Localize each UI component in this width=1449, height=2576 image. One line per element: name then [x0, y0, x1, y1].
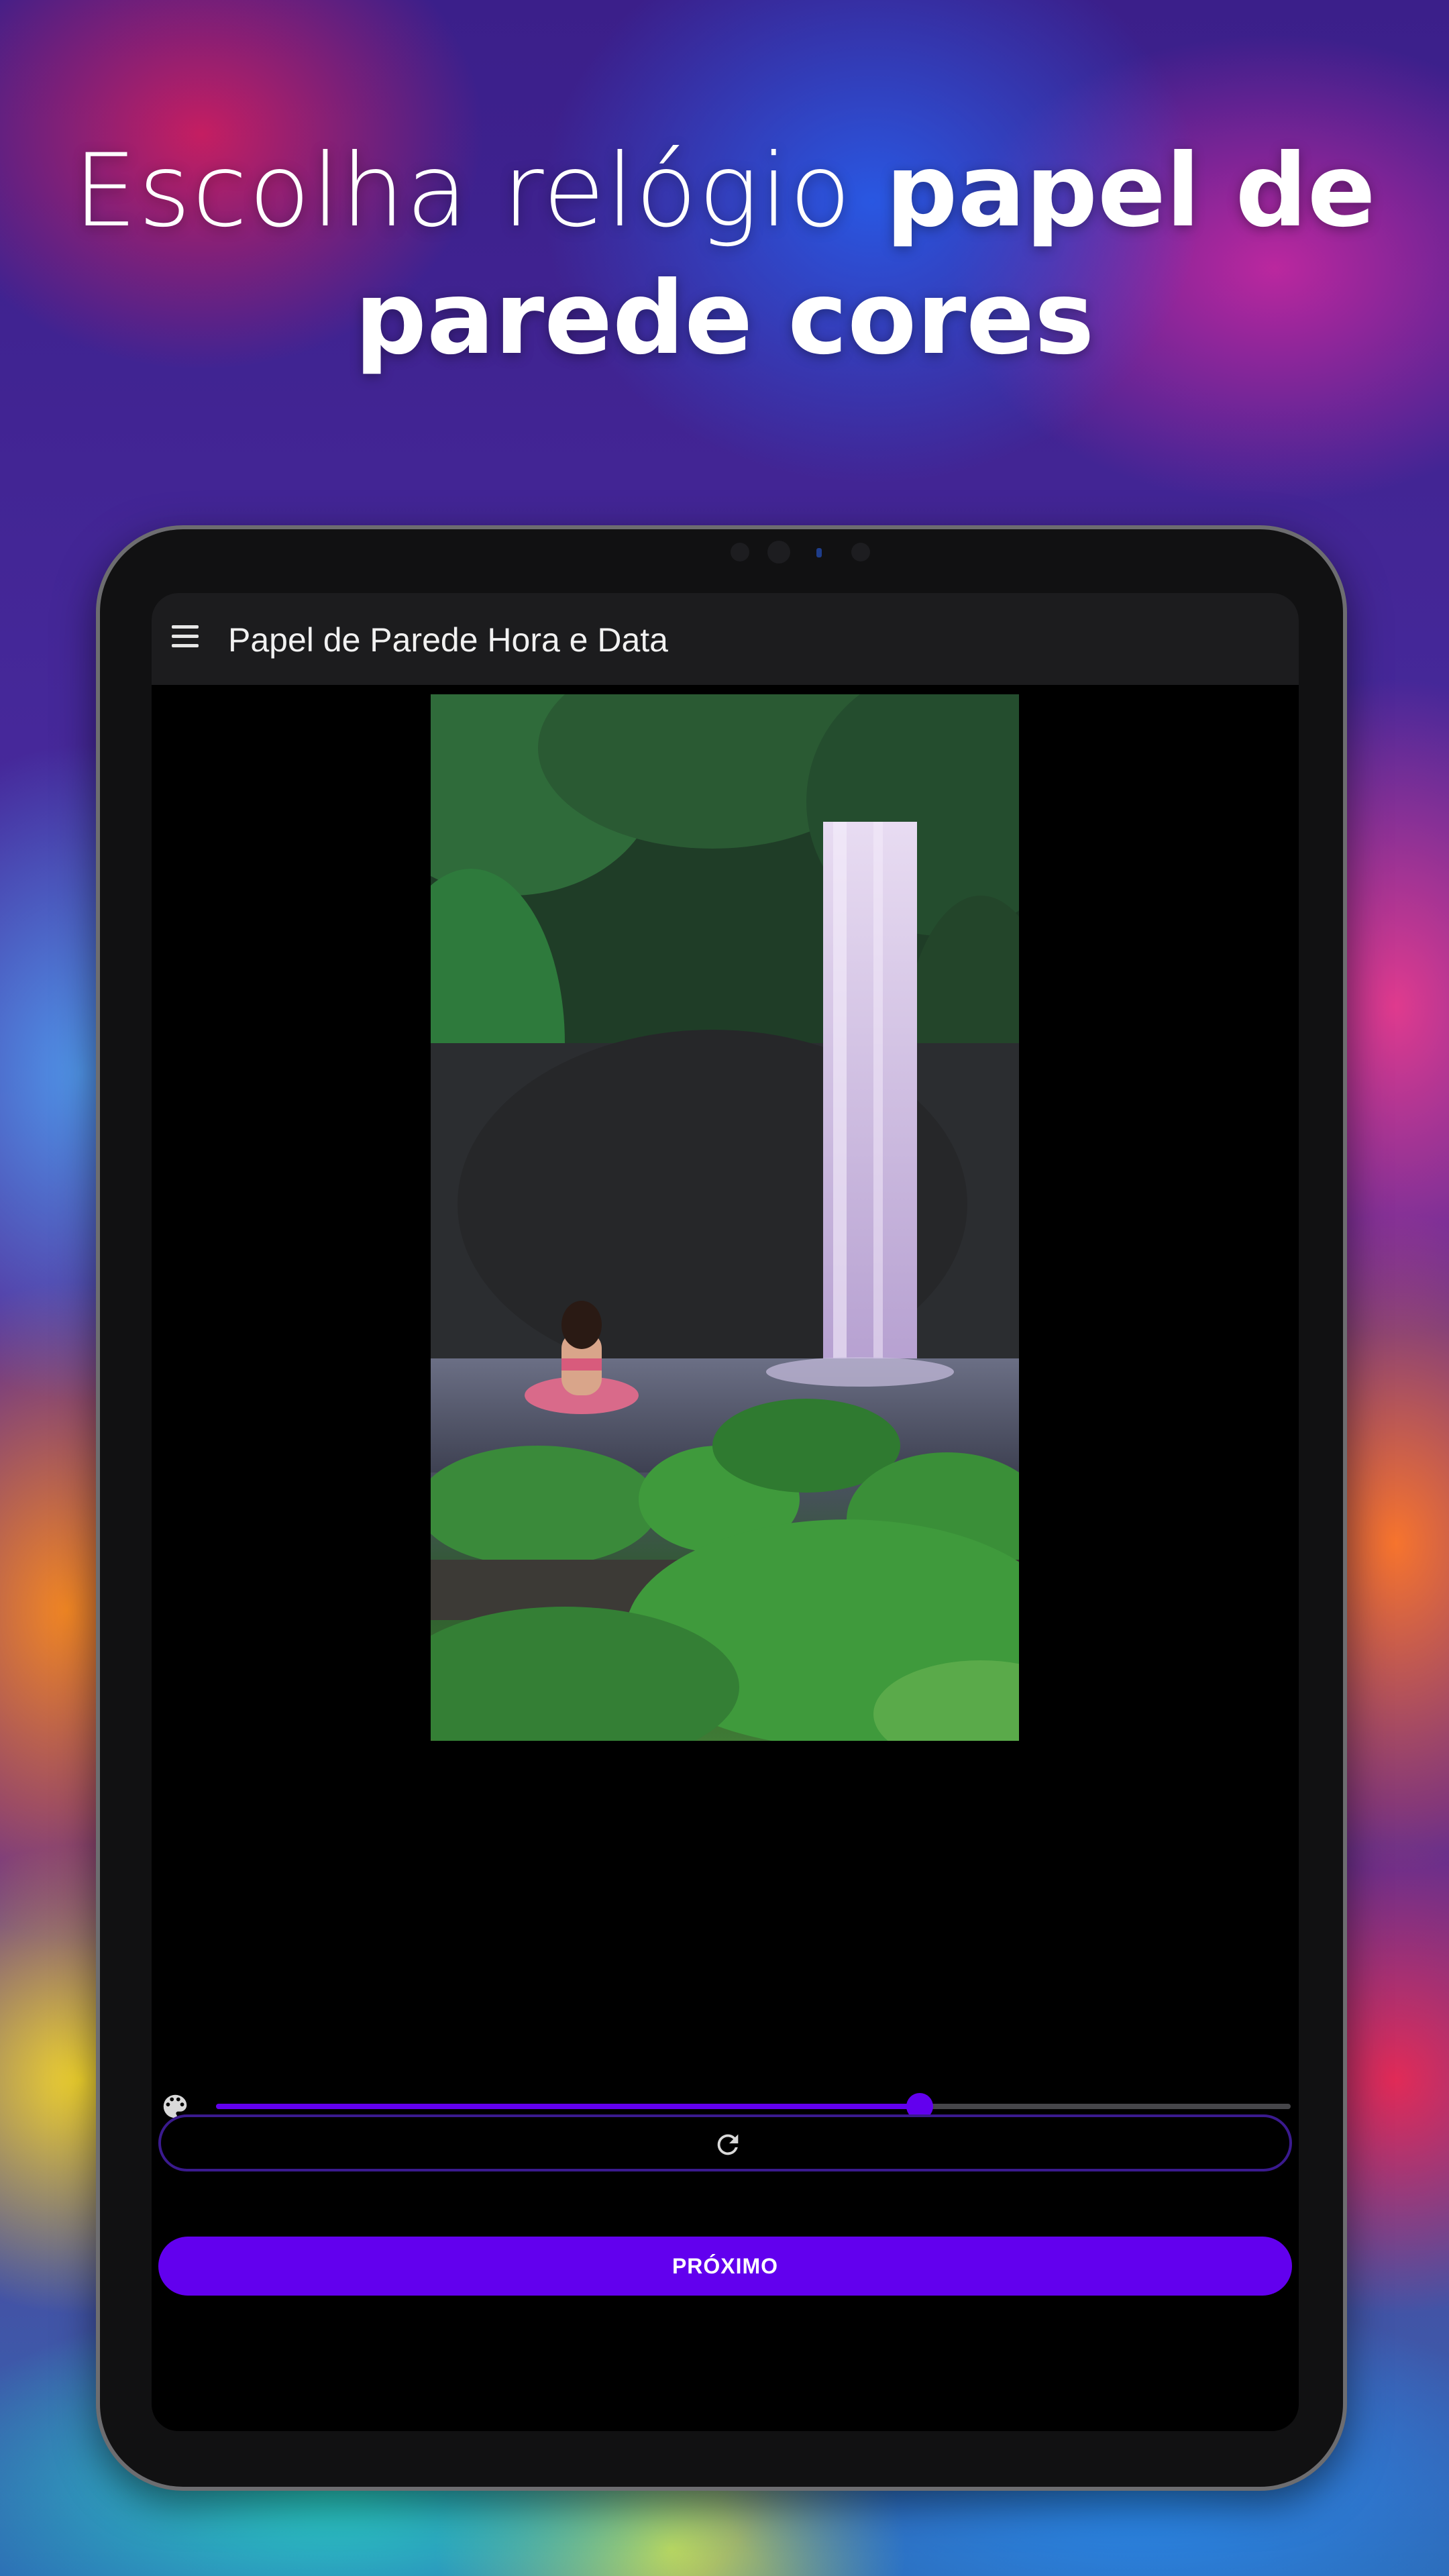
color-slider-fill	[216, 2104, 920, 2109]
camera-bar	[637, 537, 905, 571]
refresh-button[interactable]	[158, 2114, 1292, 2171]
refresh-icon	[717, 2134, 739, 2155]
promo-headline: Escolha relógio papel de parede cores	[0, 127, 1449, 382]
camera-indicator	[816, 548, 822, 557]
waterfall-image	[431, 694, 1019, 1741]
next-button[interactable]: PRÓXIMO	[158, 2237, 1292, 2296]
app-bar: Papel de Parede Hora e Data	[152, 593, 1299, 685]
app-screen: Papel de Parede Hora e Data PRÓXIMO	[152, 593, 1299, 2431]
app-title: Papel de Parede Hora e Data	[228, 621, 668, 659]
color-slider-track[interactable]	[216, 2093, 1291, 2120]
headline-normal-text: Escolha relógio	[73, 133, 886, 250]
headline-bold-text-1: papel de	[885, 133, 1376, 250]
camera-dot	[731, 543, 749, 561]
headline-bold-text-2: parede cores	[354, 260, 1095, 377]
camera-lens	[767, 541, 790, 564]
tablet-frame: Papel de Parede Hora e Data PRÓXIMO	[96, 525, 1347, 2491]
camera-sensor	[851, 543, 870, 561]
wallpaper-preview	[431, 694, 1019, 1741]
hamburger-menu-icon[interactable]	[172, 623, 201, 652]
